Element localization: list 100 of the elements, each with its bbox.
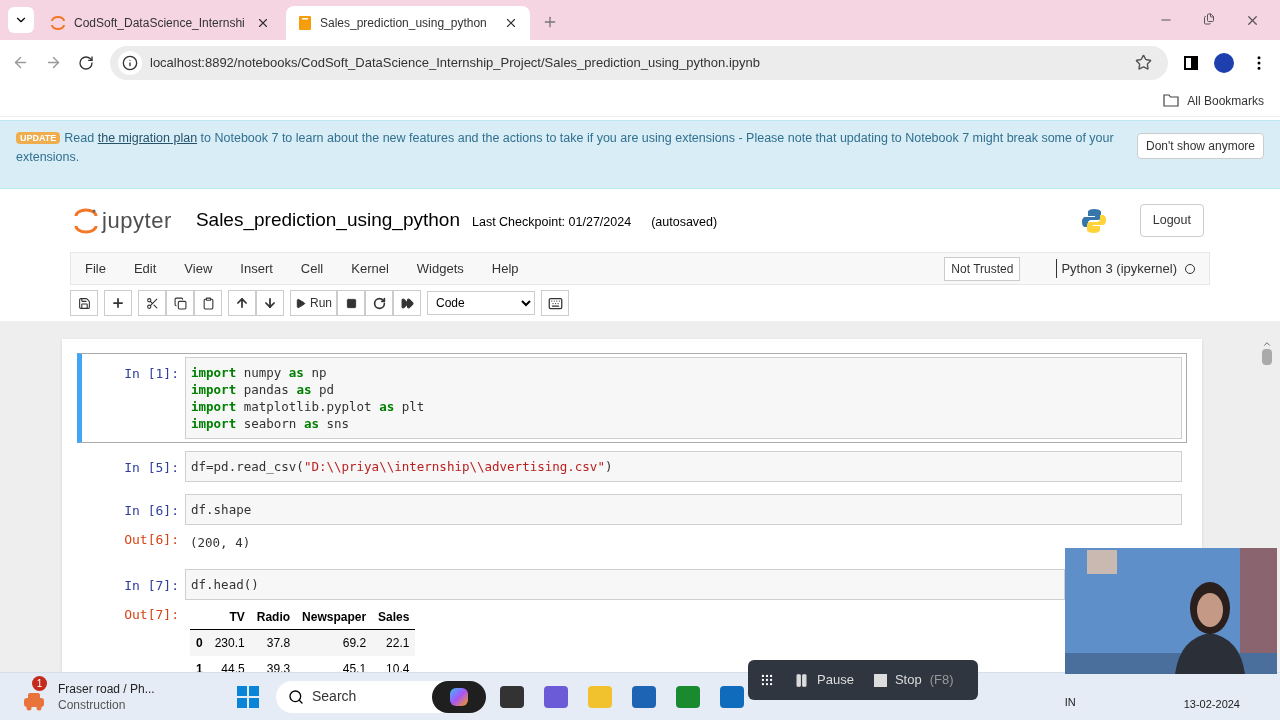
restart-button[interactable] [365,290,393,316]
taskbar-search[interactable]: Search [276,680,486,713]
fast-forward-icon [400,296,414,310]
input-prompt: In [1]: [123,365,180,383]
info-icon [122,54,138,71]
address-bar[interactable]: localhost:8892/notebooks/CodSoft_DataScience_Internship_Project/Sales_prediction_using_python.ipynb [110,45,1168,80]
bookmarks-label[interactable]: All Bookmarks [1187,91,1264,110]
tab-search-button[interactable] [8,7,34,33]
table-cell: 69.2 [296,629,373,656]
pause-icon [794,672,809,688]
jupyter-icon [50,15,66,31]
tab-title: Sales_prediction_using_python [320,15,488,32]
table-cell: 37.8 [250,629,297,656]
column-header: Newspaper [296,605,373,630]
restore-icon[interactable] [1203,13,1215,25]
profile-avatar[interactable] [1214,52,1234,73]
book-icon [298,15,312,31]
stop-button[interactable]: Stop (F8) [873,670,954,690]
code-line: import seaborn as sns [191,415,351,432]
code-input[interactable]: df=pd.read_csv("D:\\priya\\internship\\advertising.csv") [185,451,1182,482]
weather-widget[interactable]: Fraser road / Ph... Construction [58,680,228,713]
pause-button[interactable]: Pause [794,670,854,690]
keyboard-button[interactable] [541,290,569,316]
code-line: df.shape [191,501,253,518]
forward-icon[interactable] [45,54,62,71]
stop-icon [345,297,357,309]
close-icon[interactable] [1245,13,1260,28]
save-icon [77,296,91,310]
browser-tab[interactable]: Sales_prediction_using_python [286,6,530,40]
stop-icon [873,673,887,687]
menu-item[interactable]: Kernel [351,258,389,279]
restart-icon [372,296,386,310]
menu-item[interactable]: Widgets [416,258,464,279]
paste-button[interactable] [194,290,222,316]
save-button[interactable] [70,290,98,316]
python-logo [1079,206,1108,235]
output-prompt: Out[6]: [123,531,180,549]
menu-item[interactable]: Insert [240,258,273,279]
play-icon [295,297,306,309]
plus-icon [111,296,125,310]
trust-indicator[interactable]: Not Trusted [944,256,1021,281]
side-panel-icon[interactable] [1184,55,1198,70]
column-header: Radio [250,605,297,630]
reload-icon[interactable] [78,54,94,71]
update-badge: UPDATE [16,132,61,145]
table-cell: 230.1 [208,629,251,656]
autosave-status: (autosaved) [651,214,718,232]
back-icon[interactable] [12,54,29,71]
move-down-button[interactable] [256,290,284,316]
column-header: TV [208,605,251,630]
close-icon[interactable] [504,16,518,30]
table-cell: 22.1 [372,629,416,656]
code-line: import pandas as pd [191,381,335,398]
tab-title: CodSoft_DataScience_Internshi [74,15,246,32]
star-icon[interactable] [1135,54,1152,71]
code-input[interactable]: df.shape [185,494,1182,525]
logout-button[interactable]: Logout [1139,204,1204,237]
cell-type-select[interactable]: Code [427,291,535,315]
move-up-button[interactable] [228,290,256,316]
code-input[interactable]: import numpy as np import pandas as pd import matplotlib.pyplot as plt import seaborn as sns [185,357,1182,439]
menu-item[interactable]: Edit [133,258,157,279]
keyboard-icon [547,295,563,311]
input-prompt: In [6]: [123,502,180,520]
scroll-up-icon[interactable] [1262,339,1272,349]
windows-icon[interactable] [236,684,260,709]
taskbar-date: 13-02-2024 [1183,697,1240,713]
arrow-down-icon [263,296,277,310]
menu-item[interactable]: File [85,258,106,279]
notification-badge: 1 [32,675,47,691]
run-all-button[interactable] [393,290,421,316]
code-line: df=pd.read_csv("D:\\priya\\internship\\advertising.csv") [191,458,614,475]
notebook-title[interactable]: Sales_prediction_using_python [195,206,460,235]
url-text: localhost:8892/notebooks/CodSoft_DataScience_Internship_Project/Sales_prediction_using_python.ipynb [150,53,761,72]
scissors-icon [145,296,159,310]
close-icon[interactable] [256,16,270,30]
copy-button[interactable] [166,290,194,316]
code-input[interactable]: df.head() [185,569,1065,600]
clipboard-icon [201,296,215,310]
menu-item[interactable]: Help [491,258,519,279]
scrollbar-thumb[interactable] [1262,349,1272,365]
language-indicator[interactable]: IN [1064,694,1076,711]
browser-tab[interactable]: CodSoft_DataScience_Internshi [38,6,282,40]
input-prompt: In [7]: [123,577,180,595]
code-line: import numpy as np [191,364,328,381]
jupyter-logo: jupyter [74,204,172,237]
kernel-name: Python 3 (ipykernel) [1056,258,1177,279]
dismiss-button[interactable]: Don't show anymore [1137,133,1264,159]
run-button[interactable]: Run [290,290,337,316]
add-cell-button[interactable] [104,290,132,316]
input-prompt: In [5]: [123,459,180,477]
migration-link[interactable]: the migration plan [97,131,198,145]
banner-text: UPDATE Read the migration plan to Notebook 7 to learn about the new features and the actions to take if you are using extensions - Please note that updating to Notebook 7 might break some of your extensions. [16,130,1115,167]
column-header: Sales [372,605,416,630]
menu-item[interactable]: Cell [300,258,324,279]
checkpoint-text: Last Checkpoint: 01/27/2024 [472,214,632,232]
menu-item[interactable]: View [184,258,213,279]
search-icon [288,688,304,705]
cut-button[interactable] [138,290,166,316]
stop-button[interactable] [337,290,365,316]
drag-handle-icon[interactable] [760,673,774,687]
